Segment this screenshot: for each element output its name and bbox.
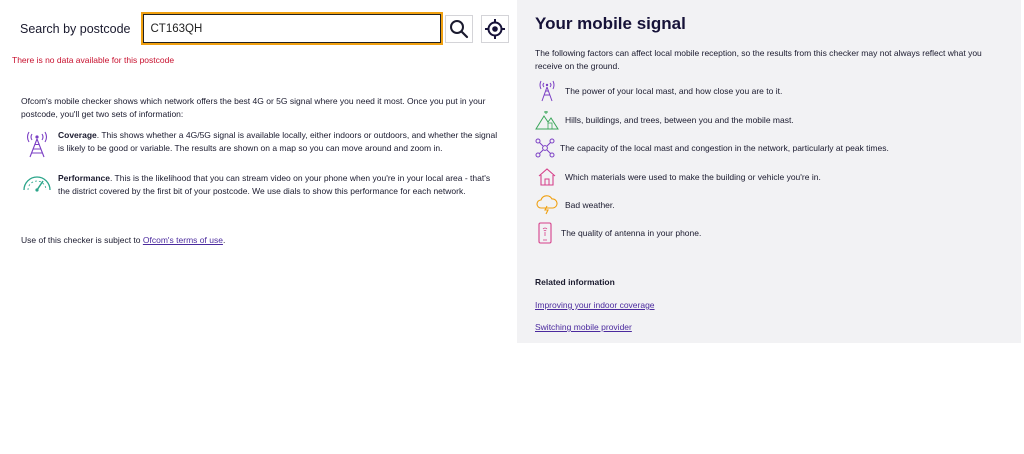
switching-provider-link[interactable]: Switching mobile provider (535, 322, 632, 332)
factor-text: The capacity of the local mast and conge… (560, 143, 889, 153)
factor-antenna: The quality of antenna in your phone. (535, 222, 701, 244)
indoor-coverage-link[interactable]: Improving your indoor coverage (535, 300, 655, 310)
terms-of-use-link[interactable]: Ofcom's terms of use (143, 235, 223, 245)
hills-icon (535, 109, 559, 131)
antenna-icon (21, 129, 53, 159)
phone-icon (535, 222, 555, 244)
factor-text: Hills, buildings, and trees, between you… (565, 115, 794, 125)
search-button[interactable] (444, 14, 473, 43)
speed-dial-icon (21, 172, 53, 198)
factor-mast: The power of your local mast, and how cl… (535, 80, 782, 102)
performance-info: Performance. This is the likelihood that… (21, 172, 499, 198)
signal-intro: The following factors can affect local m… (535, 48, 982, 71)
locate-icon (484, 18, 505, 39)
search-label: Search by postcode (20, 21, 131, 36)
checker-intro: Ofcom's mobile checker shows which netwo… (21, 96, 486, 119)
coverage-text: . This shows whether a 4G/5G signal is a… (58, 130, 498, 153)
network-icon (535, 137, 555, 159)
factor-text: The power of your local mast, and how cl… (565, 86, 783, 96)
postcode-search-panel: Search by postcode There is no data avai… (0, 0, 517, 454)
coverage-title: Coverage (58, 130, 97, 140)
factor-text: The quality of antenna in your phone. (561, 228, 702, 238)
factor-text: Which materials were used to make the bu… (565, 172, 821, 182)
performance-text: . This is the likelihood that you can st… (58, 173, 491, 196)
search-icon (449, 19, 468, 38)
terms-note: Use of this checker is subject to Ofcom'… (21, 235, 226, 245)
house-icon (535, 166, 559, 188)
no-data-error: There is no data available for this post… (12, 55, 175, 65)
related-info-title: Related information (535, 277, 615, 287)
performance-title: Performance (58, 173, 110, 183)
search-row: Search by postcode (20, 12, 509, 45)
use-my-location-button[interactable] (480, 14, 509, 43)
factor-obstacles: Hills, buildings, and trees, between you… (535, 109, 794, 131)
factor-capacity: The capacity of the local mast and conge… (535, 137, 889, 159)
mobile-signal-panel: Your mobile signal The following factors… (517, 0, 1021, 343)
coverage-info: Coverage. This shows whether a 4G/5G sig… (21, 129, 499, 159)
signal-title: Your mobile signal (535, 14, 686, 33)
postcode-input[interactable] (140, 12, 443, 45)
storm-cloud-icon (535, 194, 559, 216)
mast-icon (535, 80, 559, 102)
factor-weather: Bad weather. (535, 194, 615, 216)
factor-materials: Which materials were used to make the bu… (535, 166, 821, 188)
factor-text: Bad weather. (565, 200, 615, 210)
